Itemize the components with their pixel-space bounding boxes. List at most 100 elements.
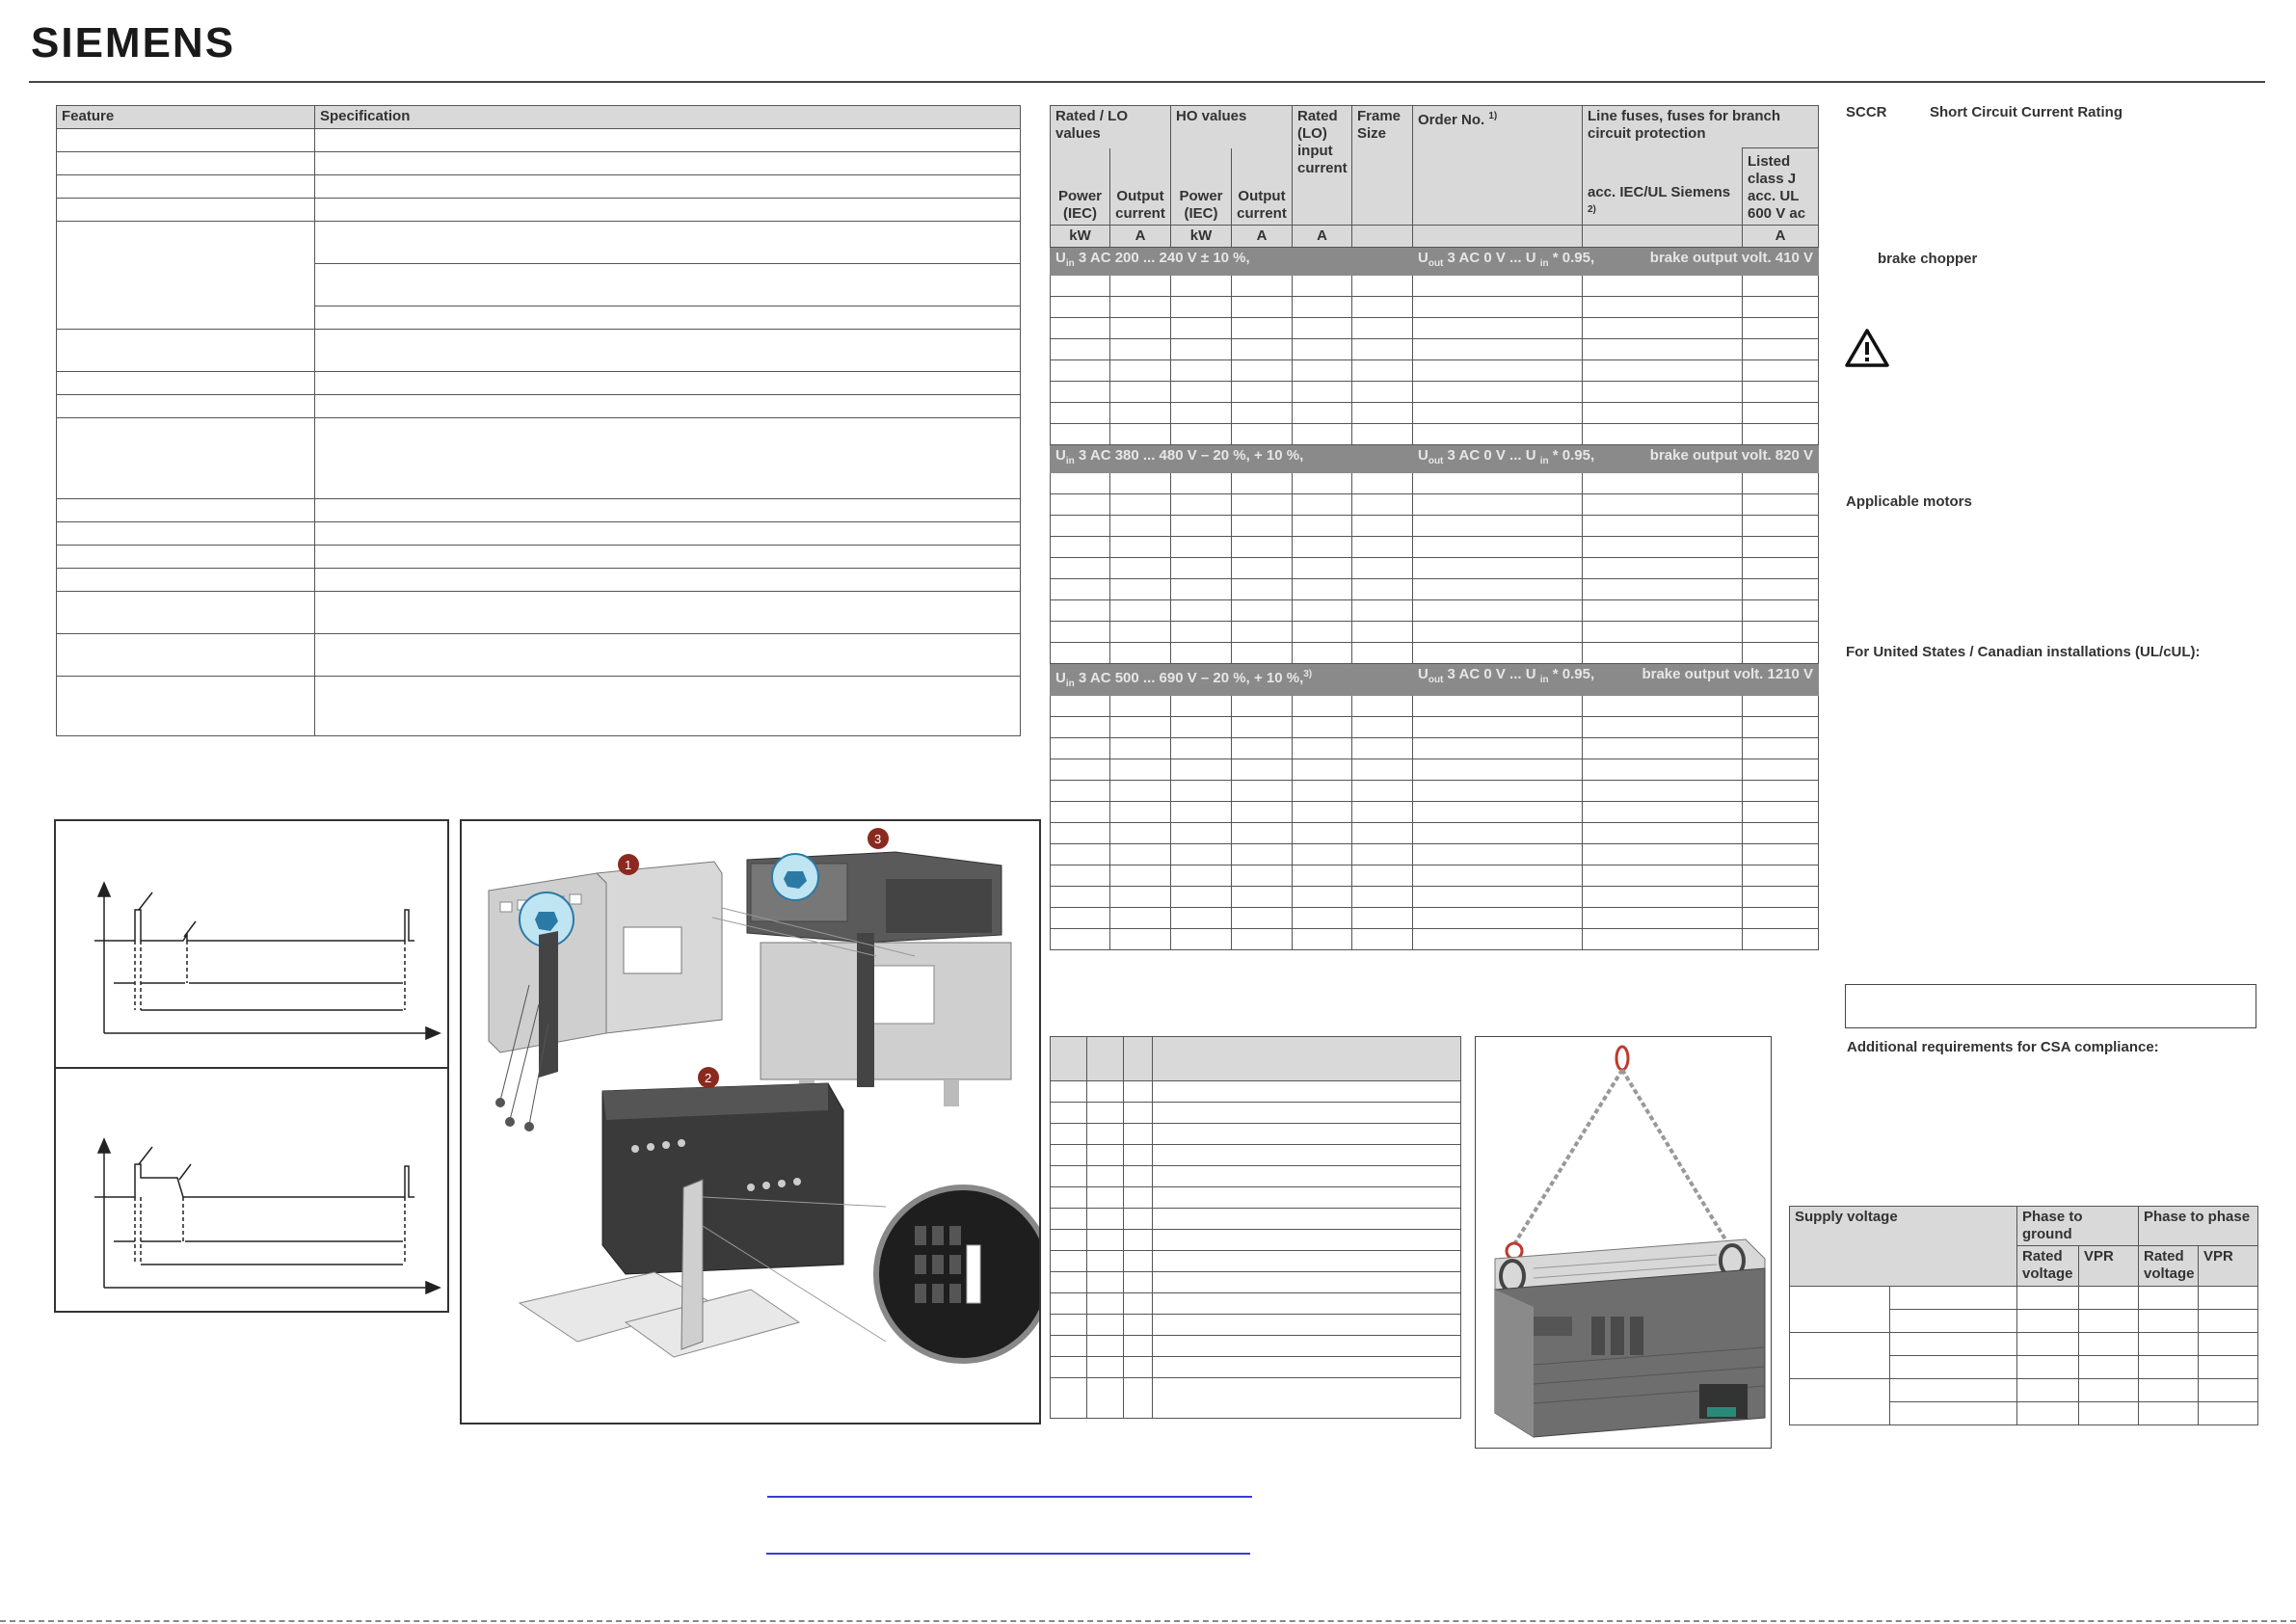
mounting-illustration: 1 3 2 — [460, 819, 1053, 1424]
note-box — [1845, 984, 2256, 1028]
rating-data-row — [1050, 275, 1820, 297]
rating-data-row — [1050, 780, 1820, 802]
rating-data-row — [1050, 695, 1820, 717]
lifting-drawing — [1494, 1045, 1766, 1438]
band-output-voltage: Uout 3 AC 0 V ... U in * 0.95, — [1412, 247, 1594, 276]
band-output-voltage: Uout 3 AC 0 V ... U in * 0.95, — [1412, 663, 1594, 696]
rating-data-row — [1050, 716, 1820, 738]
timing-diagram-box — [54, 819, 449, 1313]
rating-data-row — [1050, 886, 1820, 908]
output-current-ho: Output current — [1231, 147, 1293, 226]
rated-lo-header: Rated / LO values — [1050, 105, 1171, 148]
voltage-band-row: Uin 3 AC 200 ... 240 V ± 10 %, Uout 3 AC … — [1050, 247, 1820, 276]
rating-data-row — [1050, 578, 1820, 600]
rated-voltage-p2g: Rated voltage — [2016, 1245, 2079, 1287]
small-table-row — [1050, 1144, 1461, 1166]
rating-data-row — [1050, 381, 1820, 403]
step-2-badge: 2 — [705, 1071, 711, 1085]
power-iec-lo: Power (IEC) — [1050, 147, 1110, 226]
lifting-illustration — [1475, 1036, 1772, 1449]
rating-data-row — [1050, 338, 1820, 360]
small-table-row — [1050, 1208, 1461, 1230]
ul-installations-label: For United States / Canadian installatio… — [1846, 644, 2201, 660]
rating-table: Rated / LO values HO values Rated (LO) i… — [1050, 105, 1820, 950]
warning-icon — [1845, 329, 1889, 367]
rating-data-row — [1050, 296, 1820, 318]
rated-voltage-p2p: Rated voltage — [2138, 1245, 2199, 1287]
rating-data-row — [1050, 907, 1820, 929]
applicable-motors-label: Applicable motors — [1846, 493, 1972, 510]
ho-header: HO values — [1170, 105, 1293, 148]
rating-data-row — [1050, 822, 1820, 844]
rating-data-row — [1050, 843, 1820, 865]
band-input-voltage: Uin 3 AC 380 ... 480 V – 20 %, + 10 %, — [1050, 444, 1413, 473]
mounting-drawing: 1 3 2 — [488, 828, 1053, 1364]
order-no-header: Order No. 1) — [1412, 105, 1583, 226]
step-1-badge: 1 — [625, 858, 631, 872]
specification-header: Specification — [314, 105, 1021, 129]
timing-diagrams — [56, 881, 447, 1295]
rating-data-row — [1050, 865, 1820, 887]
rating-data-row — [1050, 621, 1820, 643]
band-input-voltage: Uin 3 AC 200 ... 240 V ± 10 %, — [1050, 247, 1413, 276]
rating-data-row — [1050, 801, 1820, 823]
small-table-row — [1050, 1123, 1461, 1145]
rating-data-row — [1050, 317, 1820, 339]
feature-spec-table: Feature Specification — [56, 105, 1021, 736]
power-iec-ho: Power (IEC) — [1170, 147, 1232, 226]
listed-class-j-header: Listed class J acc. UL 600 V ac — [1741, 147, 1820, 226]
vpr-p2p: VPR — [2197, 1245, 2259, 1287]
rating-data-row — [1050, 557, 1820, 579]
rating-data-row — [1050, 402, 1820, 424]
small-table-row — [1050, 1229, 1461, 1251]
rating-data-row — [1050, 359, 1820, 382]
sccr-desc: Short Circuit Current Rating — [1930, 104, 2123, 120]
units-row: kW A kW A A A — [1050, 225, 1820, 248]
small-table-row — [1050, 1102, 1461, 1124]
small-table-row — [1050, 1080, 1461, 1103]
rating-data-row — [1050, 515, 1820, 537]
hyperlink-1[interactable] — [767, 1496, 1252, 1498]
vpr-p2g: VPR — [2078, 1245, 2139, 1287]
fuses-header: Line fuses, fuses for branch circuit pro… — [1581, 105, 1820, 148]
rating-data-row — [1050, 493, 1820, 516]
voltage-band-row: Uin 3 AC 500 ... 690 V – 20 %, + 10 %,3)… — [1050, 663, 1820, 696]
phase-to-ground-header: Phase to ground — [2016, 1206, 2139, 1246]
siemens-logo: SIEMENS — [31, 19, 236, 67]
rating-data-row — [1050, 599, 1820, 622]
band-brake-voltage: brake output volt. 410 V — [1581, 247, 1820, 276]
rating-data-row — [1050, 472, 1820, 494]
sccr-label: SCCR — [1846, 104, 1887, 120]
supply-voltage-header: Supply voltage — [1789, 1206, 2017, 1287]
rating-data-row — [1050, 737, 1820, 759]
band-output-voltage: Uout 3 AC 0 V ... U in * 0.95, — [1412, 444, 1594, 473]
small-table-row — [1050, 1165, 1461, 1187]
small-table-row — [1050, 1356, 1461, 1378]
small-table-row — [1050, 1377, 1461, 1419]
small-table-row — [1050, 1335, 1461, 1357]
rating-data-row — [1050, 423, 1820, 445]
header-rule — [29, 81, 2265, 83]
brake-chopper-label: brake chopper — [1878, 251, 1978, 267]
voltage-band-row: Uin 3 AC 380 ... 480 V – 20 %, + 10 %, Uo… — [1050, 444, 1820, 473]
page-bottom-edge — [0, 1620, 2296, 1622]
small-table-row — [1050, 1292, 1461, 1315]
small-table-row — [1050, 1250, 1461, 1272]
rated-lo-input-header: Rated (LO) input current — [1292, 105, 1352, 226]
band-brake-voltage: brake output volt. 1210 V — [1581, 663, 1820, 696]
small-table-row — [1050, 1186, 1461, 1209]
rating-data-row — [1050, 759, 1820, 781]
output-current-lo: Output current — [1109, 147, 1171, 226]
band-brake-voltage: brake output volt. 820 V — [1581, 444, 1820, 473]
frame-size-header: Frame Size — [1351, 105, 1413, 226]
phase-to-phase-header: Phase to phase — [2137, 1206, 2259, 1246]
small-table-row — [1050, 1314, 1461, 1336]
rating-data-row — [1050, 928, 1820, 950]
hyperlink-2[interactable] — [766, 1553, 1250, 1555]
step-3-badge: 3 — [874, 832, 881, 846]
supply-voltage-table: Supply voltage Phase to ground Phase to … — [1789, 1206, 2259, 1425]
feature-header: Feature — [56, 105, 315, 129]
rating-data-row — [1050, 642, 1820, 664]
band-input-voltage: Uin 3 AC 500 ... 690 V – 20 %, + 10 %,3) — [1050, 663, 1413, 696]
acc-iec-ul-header: acc. IEC/UL Siemens 2) — [1582, 147, 1743, 226]
